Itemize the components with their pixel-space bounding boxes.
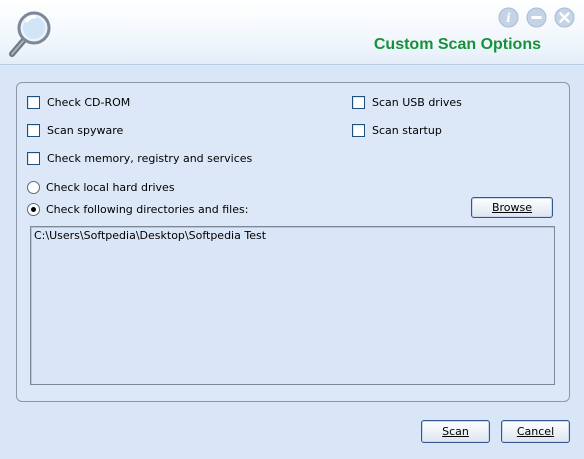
spyware-checkbox[interactable] xyxy=(27,123,40,137)
cdrom-label: Check CD-ROM xyxy=(47,95,131,109)
following-dirs-label: Check following directories and files: xyxy=(46,202,249,216)
local-drives-option[interactable]: Check local hard drives xyxy=(27,179,175,195)
local-drives-label: Check local hard drives xyxy=(46,180,175,194)
scan-spyware-option[interactable]: Scan spyware xyxy=(27,122,123,138)
spyware-label: Scan spyware xyxy=(47,123,124,137)
memory-label: Check memory, registry and services xyxy=(47,151,253,165)
page-title: Custom Scan Options xyxy=(373,36,541,53)
check-memory-option[interactable]: Check memory, registry and services xyxy=(27,150,252,166)
scan-button[interactable]: Scan xyxy=(421,420,490,443)
scan-label: Scan xyxy=(442,425,469,438)
usb-checkbox[interactable] xyxy=(352,95,365,109)
list-item[interactable]: C:\Users\Softpedia\Desktop\Softpedia Tes… xyxy=(34,229,266,242)
startup-label: Scan startup xyxy=(372,123,442,137)
following-dirs-option[interactable]: Check following directories and files: xyxy=(27,201,248,217)
scan-options-panel: Check CD-ROM Scan USB drives Scan spywar… xyxy=(16,82,570,402)
cancel-button[interactable]: Cancel xyxy=(501,420,570,443)
local-drives-radio[interactable] xyxy=(27,180,40,194)
browse-label: Browse xyxy=(491,201,533,214)
svg-text:i: i xyxy=(506,11,511,25)
paths-list[interactable]: C:\Users\Softpedia\Desktop\Softpedia Tes… xyxy=(30,226,555,385)
minimize-icon[interactable] xyxy=(526,7,547,28)
cdrom-checkbox[interactable] xyxy=(27,95,40,109)
close-icon[interactable] xyxy=(554,7,575,28)
usb-label: Scan USB drives xyxy=(372,95,462,109)
scan-usb-option[interactable]: Scan USB drives xyxy=(352,94,462,110)
header: i Custom Scan Options xyxy=(0,0,584,65)
memory-checkbox[interactable] xyxy=(27,151,40,165)
cancel-label: Cancel xyxy=(516,425,555,438)
info-icon[interactable]: i xyxy=(498,7,519,28)
magnifier-logo-icon xyxy=(6,8,56,62)
scan-startup-option[interactable]: Scan startup xyxy=(352,122,442,138)
following-dirs-radio[interactable] xyxy=(27,202,40,216)
check-cdrom-option[interactable]: Check CD-ROM xyxy=(27,94,130,110)
browse-button[interactable]: Browse xyxy=(471,197,553,218)
startup-checkbox[interactable] xyxy=(352,123,365,137)
